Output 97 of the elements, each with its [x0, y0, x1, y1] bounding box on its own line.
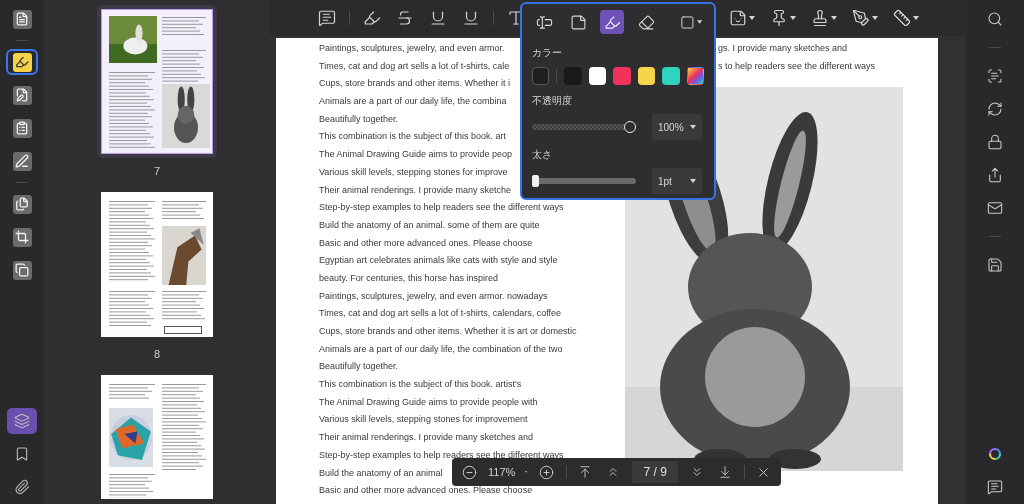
text-line: Basic and other more advanced ones. Please choose	[319, 236, 533, 250]
copy-icon	[15, 263, 29, 277]
tool-button[interactable]	[600, 10, 624, 34]
text-line: Beautifully together.	[319, 360, 399, 374]
tool-button[interactable]	[6, 49, 38, 75]
text-line: beauty. For centuries, this horse has inspired	[319, 271, 498, 285]
zoom-out-icon	[461, 464, 477, 480]
save-icon	[987, 257, 1003, 273]
square-icon	[680, 13, 695, 31]
underline-icon	[462, 9, 480, 27]
color-swatch[interactable]	[637, 67, 656, 85]
text-line: gs. I provide many sketches and	[717, 42, 848, 55]
text-line: The Animal Drawing Guide aims to provide people with	[319, 395, 538, 409]
slider-thumb[interactable]	[532, 175, 539, 187]
pen-icon	[15, 154, 29, 168]
text-line: This combination is the subject of this book. art	[319, 130, 507, 144]
highlighter-icon	[15, 55, 29, 69]
text-line: Times, cat and dog art sells a lot of t-shirts, calendars, coffee	[319, 307, 562, 321]
pen-nib-icon	[852, 9, 870, 27]
caret-icon	[696, 20, 702, 24]
text-line: Beautifully together.	[319, 112, 399, 126]
comment-icon	[318, 9, 336, 27]
files-icon	[15, 197, 29, 211]
zoom-in-icon	[539, 464, 555, 480]
highlighter-icon	[363, 9, 381, 27]
first-page-icon	[578, 465, 593, 479]
stamp-icon	[811, 9, 829, 27]
caret-icon	[690, 179, 696, 183]
strikethrough-icon	[396, 9, 414, 27]
text-line: Cups, store brands and other items. Whether it is art or domestic	[319, 325, 577, 338]
text-line: Step-by-step examples to help readers see the different ways	[319, 201, 564, 215]
text-line: Egyptian art celebrates animals like cats with style and style	[319, 254, 558, 268]
document-icon	[15, 12, 29, 26]
text-line: Build the anatomy of an animal. some of them are quite	[319, 218, 540, 232]
color-swatch[interactable]	[613, 67, 631, 85]
ruler-icon	[893, 9, 911, 27]
underline-icon	[429, 9, 447, 27]
text-line: s to help readers see the different ways	[717, 59, 875, 73]
text-line: Various skill levels, stepping stones for improve	[319, 165, 508, 179]
mail-icon	[987, 200, 1003, 216]
page-number-field[interactable]: 7 / 9	[632, 461, 679, 483]
text-line: Animals are a part of our daily life, the combina	[319, 95, 507, 109]
caret-icon	[913, 16, 919, 20]
color-swatch[interactable]	[588, 67, 607, 85]
search-icon	[987, 11, 1003, 27]
sticker-icon	[729, 9, 747, 27]
text-lines-drawing	[162, 17, 206, 38]
value-dropdown[interactable]: 100%	[652, 114, 702, 140]
lock-icon	[987, 134, 1003, 150]
opacity-label: 不透明度	[532, 94, 572, 108]
pin-icon	[770, 9, 788, 27]
paperclip-icon	[14, 479, 30, 495]
custom-color-swatch[interactable]	[686, 67, 705, 85]
value-dropdown[interactable]: 1pt	[652, 168, 702, 194]
caret-icon	[831, 16, 837, 20]
text-line: Their animal renderings. I provide many sketche	[319, 183, 512, 197]
page-number: 7	[153, 164, 161, 178]
page-number: 8	[153, 347, 161, 361]
text-line: Basic and other more advanced ones. Please choose	[319, 484, 533, 498]
thickness-label: 太さ	[532, 148, 552, 162]
text-line: Animals are a part of our daily life, the combination of the two	[319, 342, 563, 356]
highlighter-icon	[603, 13, 621, 31]
note-icon	[569, 13, 587, 31]
slider-thumb[interactable]	[624, 121, 636, 133]
color-swatch[interactable]	[532, 67, 550, 85]
layers-icon	[14, 413, 30, 429]
tool-button[interactable]	[7, 408, 37, 434]
eraser-icon	[637, 13, 655, 31]
crop-icon	[15, 230, 29, 244]
text-line: Their animal renderings. I provide many sketches and	[319, 431, 534, 445]
clipboard-list-icon	[15, 121, 29, 135]
last-page-icon	[718, 465, 733, 479]
comment-icon	[987, 479, 1003, 495]
text-box-icon	[535, 13, 553, 31]
text-line: Times, cat and dog art sells a lot of t-shirts, cale	[319, 59, 510, 73]
caret-icon	[525, 470, 528, 474]
text-line: Various skill levels, stepping stones for improvement	[319, 413, 528, 427]
caret-icon	[749, 16, 755, 20]
text-lines-drawing	[162, 50, 206, 84]
refresh-icon	[987, 101, 1003, 117]
caret-icon	[790, 16, 796, 20]
apps-icon	[987, 446, 1003, 462]
text-line: Build the anatomy of an animal	[319, 466, 443, 480]
text-line: This combination is the subject of this book. artist's	[319, 378, 522, 392]
share-icon	[987, 167, 1003, 183]
zoom-dropdown[interactable]: 117%	[488, 462, 528, 482]
text-line: Cups, store brands and other items. Whether it i	[319, 77, 511, 91]
color-swatch[interactable]	[662, 67, 680, 85]
scan-text-icon	[987, 68, 1003, 84]
caret-icon	[872, 16, 878, 20]
pen-document-icon	[15, 88, 29, 102]
text-line: Paintings, sculptures, jewelry, and even armor.	[319, 42, 505, 55]
text-line: Step-by-step examples to help readers see the different ways	[319, 448, 564, 462]
bookmark-icon	[14, 446, 30, 462]
text-line: Paintings, sculptures, jewelry, and even armor. nowadays	[319, 289, 548, 303]
text-line: The Animal Drawing Guide aims to provide peop	[319, 148, 513, 162]
color-label: カラー	[532, 46, 562, 60]
